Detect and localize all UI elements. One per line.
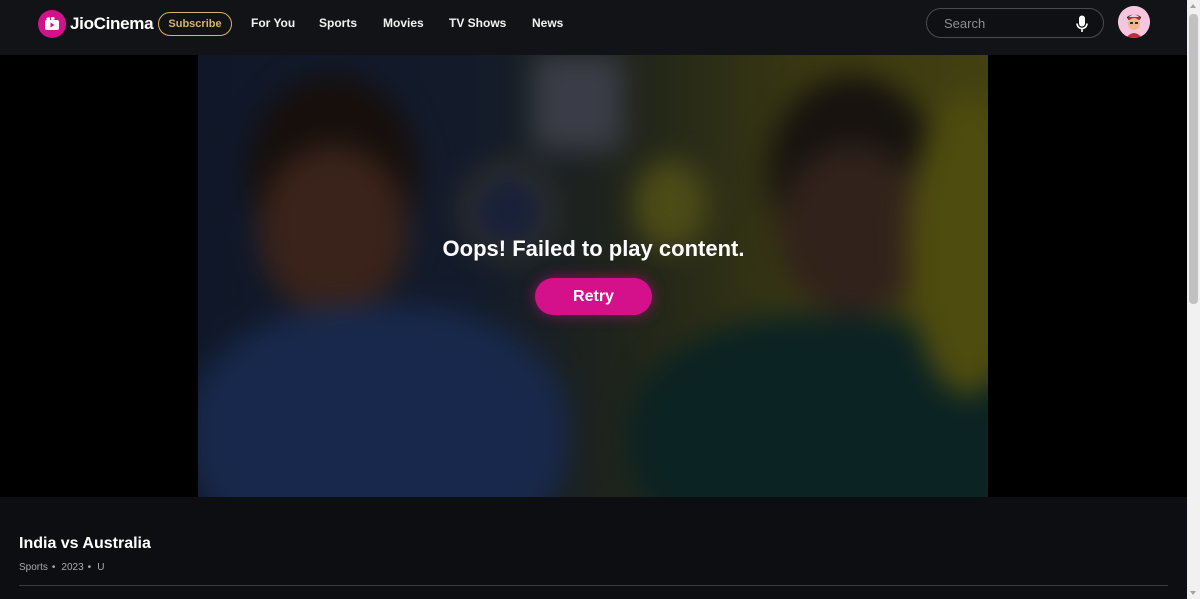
scroll-up-arrow-icon[interactable] xyxy=(1190,4,1196,8)
content-title: India vs Australia xyxy=(19,535,151,552)
jiocinema-logo[interactable]: JioCinema xyxy=(38,10,154,38)
top-nav-bar: JioCinema Subscribe For You Sports Movie… xyxy=(0,0,1187,55)
meta-genre: Sports xyxy=(19,562,48,573)
page: JioCinema Subscribe For You Sports Movie… xyxy=(0,0,1200,599)
meta-year: 2023 xyxy=(61,562,84,573)
retry-button[interactable]: Retry xyxy=(535,278,652,315)
nav-item-for-you[interactable]: For You xyxy=(251,16,295,30)
nav-item-tv-shows[interactable]: TV Shows xyxy=(449,16,506,30)
scroll-down-arrow-icon[interactable] xyxy=(1190,591,1196,595)
logo-text: JioCinema xyxy=(70,14,154,33)
scrollbar-thumb[interactable] xyxy=(1189,14,1198,304)
divider xyxy=(19,585,1168,586)
page-scrollbar[interactable] xyxy=(1187,0,1200,599)
subscribe-button[interactable]: Subscribe xyxy=(158,12,232,36)
meta-rating: U xyxy=(97,562,105,573)
avatar[interactable] xyxy=(1118,6,1150,38)
video-player[interactable]: Oops! Failed to play content. Retry xyxy=(0,55,1187,497)
content-meta: Sports • 2023 • U xyxy=(19,562,105,573)
mic-icon[interactable] xyxy=(1075,15,1089,33)
search-placeholder: Search xyxy=(944,16,986,31)
search-input[interactable]: Search xyxy=(926,8,1104,38)
playback-error-message: Oops! Failed to play content. xyxy=(442,236,745,261)
nav-item-movies[interactable]: Movies xyxy=(383,16,424,30)
nav-item-sports[interactable]: Sports xyxy=(319,16,357,30)
jiocinema-logo-icon xyxy=(38,10,66,38)
nav-item-news[interactable]: News xyxy=(532,16,563,30)
video-thumbnail xyxy=(198,55,988,497)
